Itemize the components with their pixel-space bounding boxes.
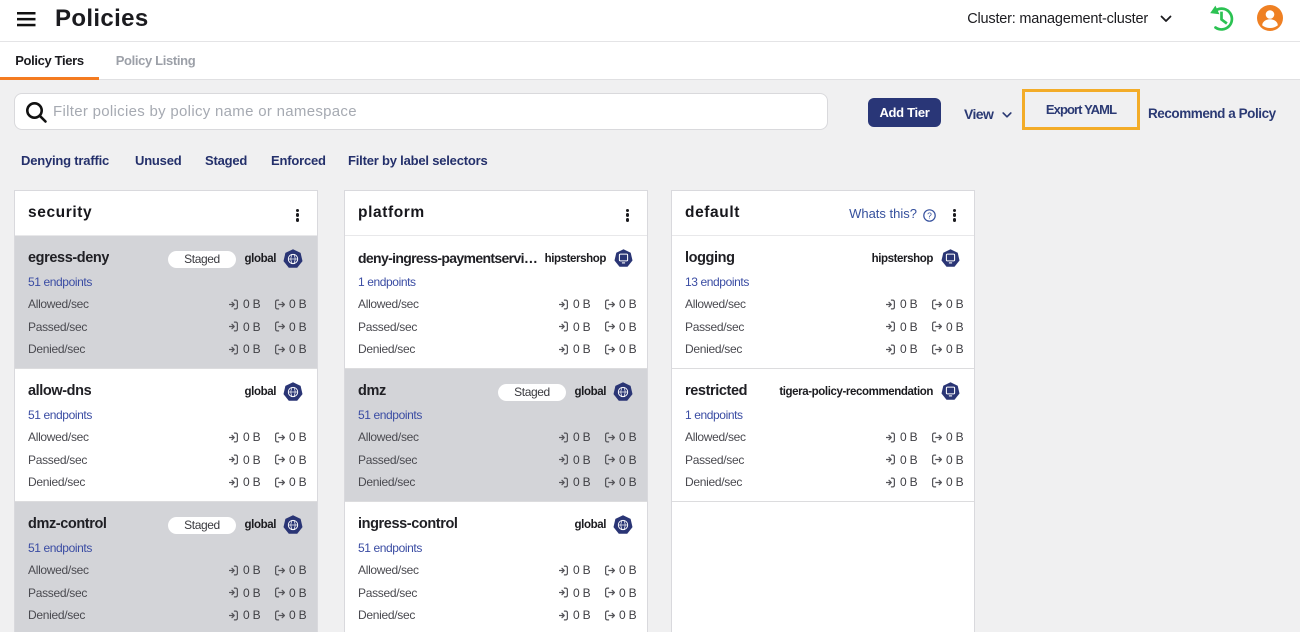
svg-text:?: ?: [927, 210, 932, 220]
